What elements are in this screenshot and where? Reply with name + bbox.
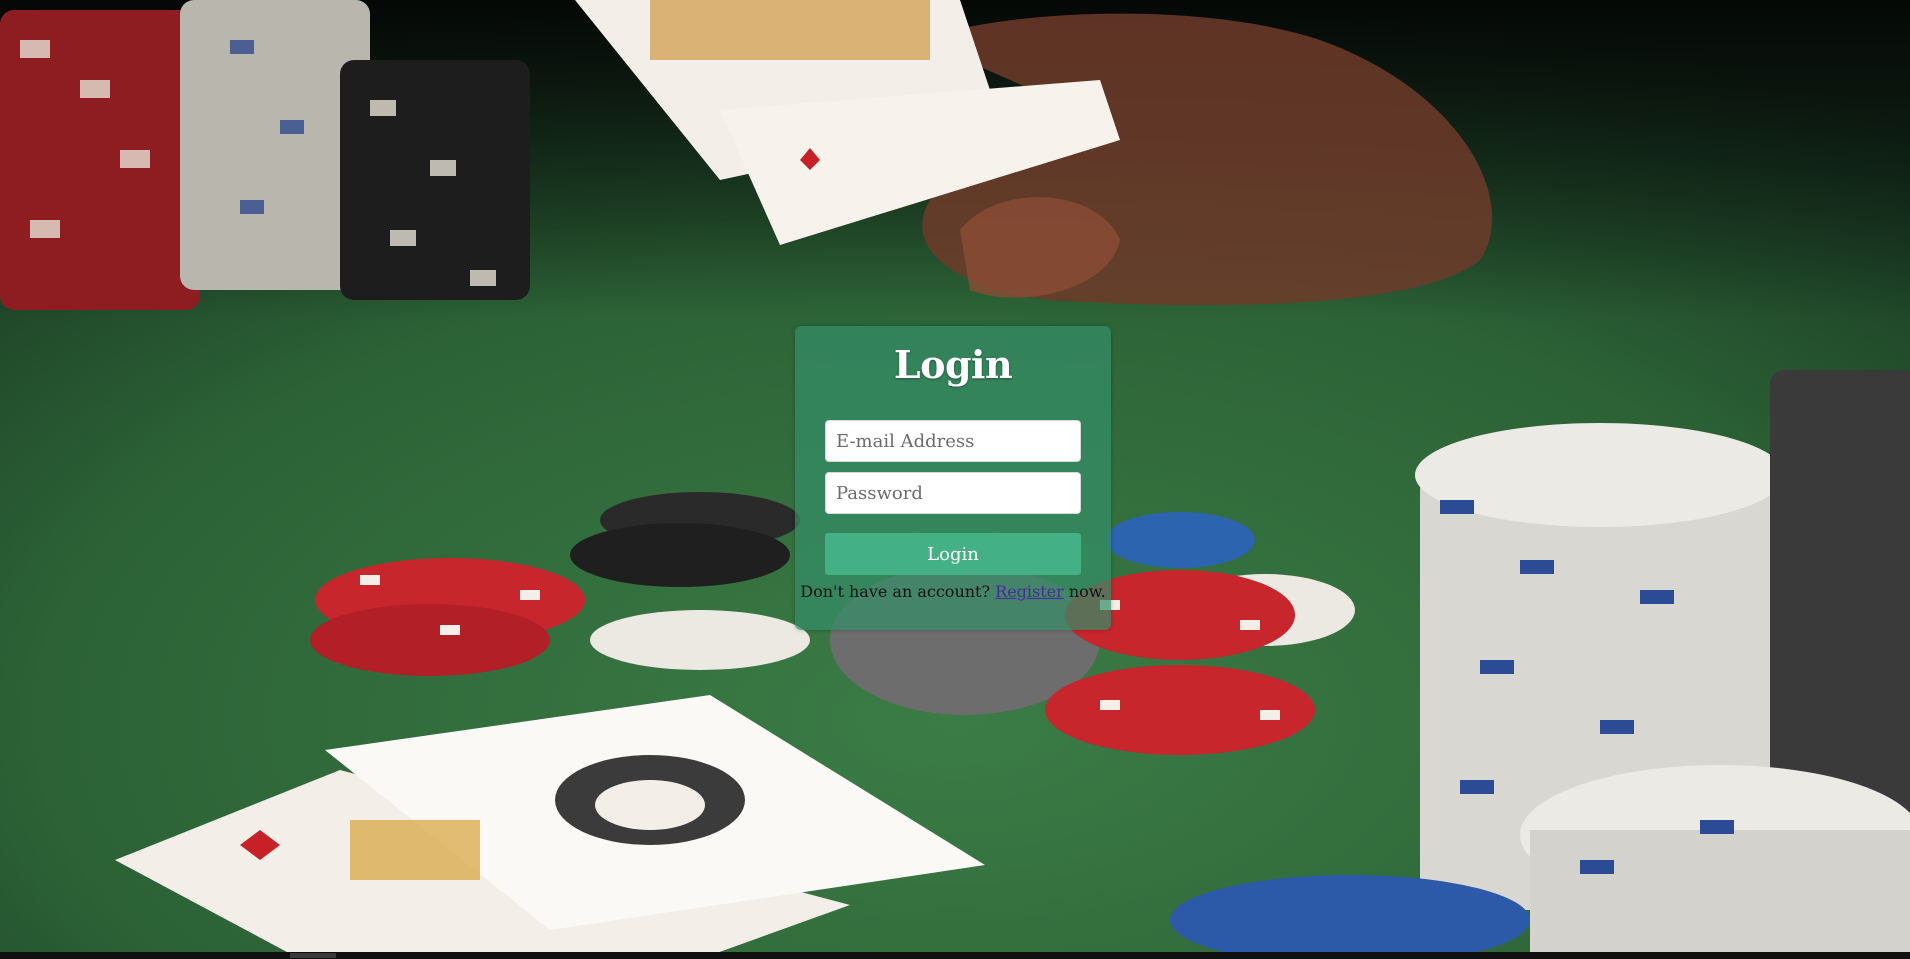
register-prompt: Don't have an account? Register now. (795, 582, 1111, 601)
login-title: Login (893, 342, 1013, 387)
login-panel: Login Login Don't have an account? Regis… (795, 326, 1111, 630)
chip-stack-right (1415, 370, 1910, 959)
register-link[interactable]: Register (995, 582, 1064, 601)
scrollbar-thumb[interactable] (290, 953, 336, 958)
email-input[interactable] (825, 420, 1081, 462)
register-prefix: Don't have an account? (800, 582, 996, 601)
login-button[interactable]: Login (825, 533, 1081, 575)
register-suffix: now. (1063, 582, 1106, 601)
password-input[interactable] (825, 472, 1081, 514)
horizontal-scrollbar[interactable] (0, 952, 1910, 959)
